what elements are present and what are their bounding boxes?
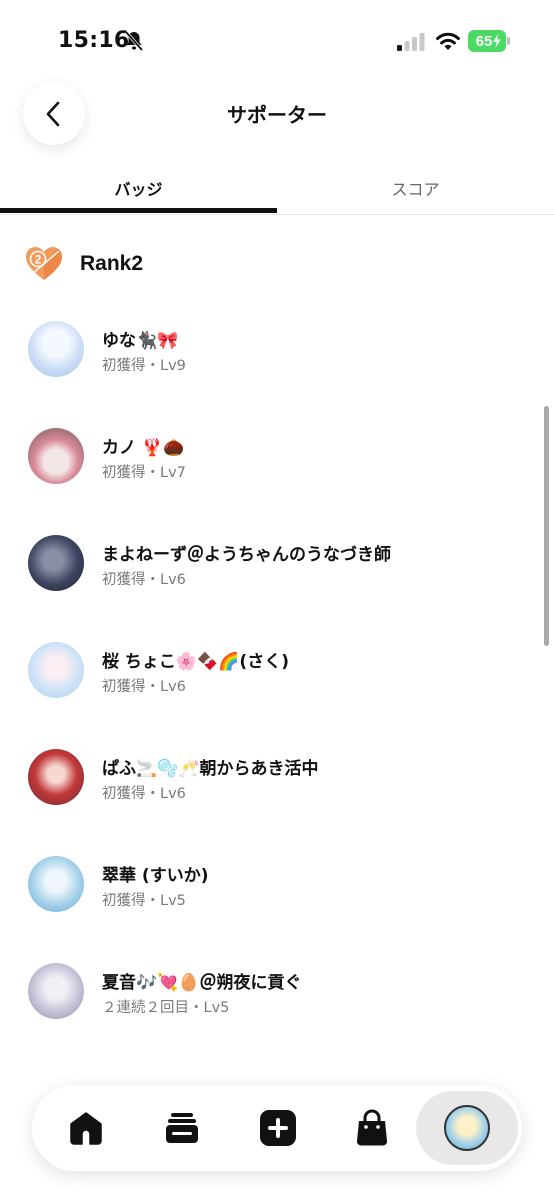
shopping-bag-icon: [356, 1109, 388, 1146]
avatar[interactable]: [28, 642, 84, 698]
supporter-name: ゆな🐈‍⬛🎀: [102, 331, 179, 351]
profile-avatar-icon: [444, 1105, 490, 1151]
supporter-row[interactable]: 翠華 (すいか) 初獲得・Lv5: [0, 831, 554, 938]
supporter-row[interactable]: 夏音🎶💘🥚＠朔夜に貢ぐ ２連続２回目・Lv5: [0, 938, 554, 1045]
home-icon: [70, 1112, 102, 1145]
tab-bar: バッジ スコア: [0, 160, 554, 215]
scrollbar[interactable]: [544, 406, 549, 646]
supporter-row[interactable]: まよねーず＠ようちゃんのうなづき師 初獲得・Lv6: [0, 510, 554, 617]
supporter-name: まよねーず＠ようちゃんのうなづき師: [102, 545, 391, 565]
supporter-status: 初獲得・Lv9: [102, 358, 186, 374]
heart-rank-badge-icon: 2: [26, 247, 62, 280]
supporter-name: カノ 🦞🌰: [102, 438, 185, 458]
status-bar: 15:16 65: [0, 0, 554, 80]
status-time: 15:16: [58, 28, 130, 53]
supporter-status: 初獲得・Lv6: [102, 679, 186, 695]
supporter-status: 初獲得・Lv5: [102, 893, 186, 909]
battery-charging-icon: 65: [468, 30, 510, 52]
supporter-row[interactable]: ぱふ🚬🫧🥂朝からあき活中 初獲得・Lv6: [0, 724, 554, 831]
rank-label: Rank2: [80, 252, 144, 275]
avatar[interactable]: [28, 856, 84, 912]
active-tab-indicator: [0, 208, 277, 213]
supporter-status: 初獲得・Lv6: [102, 786, 186, 802]
avatar[interactable]: [28, 321, 84, 377]
supporter-status: 初獲得・Lv6: [102, 572, 186, 588]
nav-profile-button[interactable]: [416, 1091, 518, 1165]
supporter-list: ゆな🐈‍⬛🎀 初獲得・Lv9 カノ 🦞🌰 初獲得・Lv7 まよねーず＠ようちゃん…: [0, 296, 554, 1045]
rank-badge-number: 2: [35, 253, 42, 267]
tab-score[interactable]: スコア: [277, 176, 554, 200]
cellular-signal-icon: [397, 33, 425, 51]
nav-home-button[interactable]: [38, 1085, 134, 1171]
supporter-status: ２連続２回目・Lv5: [102, 1000, 230, 1016]
stack-icon: [166, 1113, 198, 1143]
avatar[interactable]: [28, 963, 84, 1019]
battery-level: 65: [475, 32, 493, 50]
supporter-name: 桜 ちょこ🌸🍫🌈(さく): [102, 652, 289, 672]
nav-shop-button[interactable]: [324, 1085, 420, 1171]
rank-header: 2 Rank2: [24, 244, 143, 284]
page-title: サポーター: [227, 103, 327, 127]
supporter-status: 初獲得・Lv7: [102, 465, 186, 481]
wifi-icon: [436, 32, 460, 50]
nav-add-button[interactable]: [230, 1085, 326, 1171]
tab-badge[interactable]: バッジ: [0, 176, 277, 200]
supporter-row[interactable]: カノ 🦞🌰 初獲得・Lv7: [0, 403, 554, 510]
avatar[interactable]: [28, 428, 84, 484]
avatar[interactable]: [28, 535, 84, 591]
supporter-row[interactable]: 桜 ちょこ🌸🍫🌈(さく) 初獲得・Lv6: [0, 617, 554, 724]
supporter-name: 夏音🎶💘🥚＠朔夜に貢ぐ: [102, 973, 302, 993]
bottom-nav: [32, 1085, 522, 1171]
supporter-name: ぱふ🚬🫧🥂朝からあき活中: [102, 759, 319, 779]
bell-slash-icon: [124, 30, 144, 52]
supporter-row[interactable]: ゆな🐈‍⬛🎀 初獲得・Lv9: [0, 296, 554, 403]
avatar[interactable]: [28, 749, 84, 805]
supporter-name: 翠華 (すいか): [102, 866, 209, 886]
nav-timeline-button[interactable]: [134, 1085, 230, 1171]
plus-square-icon: [260, 1110, 296, 1146]
